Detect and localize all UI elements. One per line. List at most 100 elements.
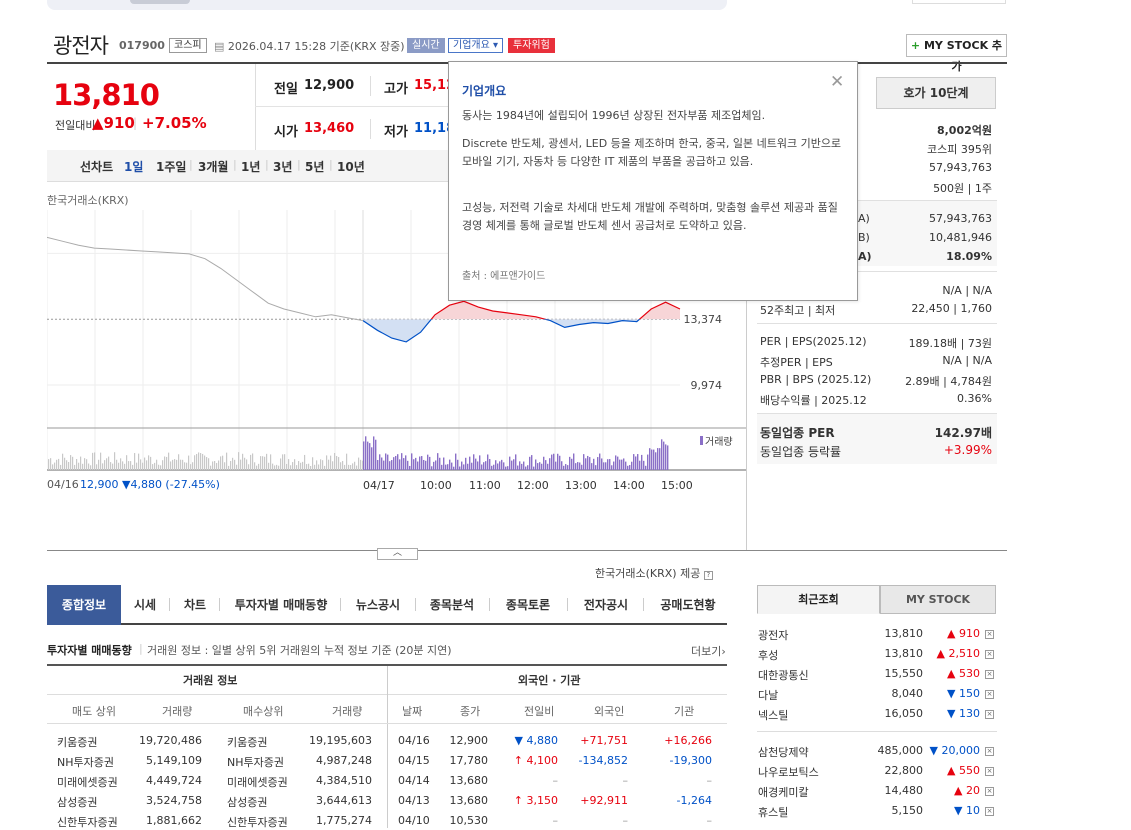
volume-bar (533, 466, 535, 470)
volume-bar (387, 454, 389, 470)
volume-bar (264, 456, 266, 470)
volume-bar (294, 459, 296, 470)
volume-bar (551, 454, 553, 470)
remove-icon[interactable]: × (985, 807, 994, 816)
volume-bar (82, 463, 84, 470)
col-close: 종가 (460, 705, 481, 718)
volume-bar (234, 459, 236, 470)
volume-bar (503, 462, 505, 470)
remove-icon[interactable]: × (985, 710, 994, 719)
recent-stock-name[interactable]: 휴스틸 (758, 804, 788, 820)
remove-icon[interactable]: × (985, 767, 994, 776)
row-change: – (552, 814, 559, 827)
period-10y[interactable]: 10년 (337, 158, 365, 175)
volume-bar (246, 459, 248, 470)
close-icon[interactable]: ✕ (830, 72, 844, 92)
volume-bar (260, 456, 262, 470)
hoga-10-button[interactable]: 호가 10단계 (876, 77, 996, 109)
recent-stock-name[interactable]: 넥스틸 (758, 707, 788, 723)
remove-icon[interactable]: × (985, 650, 994, 659)
row-date: 04/16 (398, 734, 430, 747)
volume-bar (280, 458, 282, 470)
volume-bar (489, 459, 491, 470)
sell-volume: 3,524,758 (146, 794, 202, 807)
search-button-fragment[interactable] (130, 0, 190, 4)
krx-provide-text: 한국거래소(KRX) 제공 (595, 567, 701, 580)
buy-volume: 4,384,510 (316, 774, 372, 787)
remove-icon[interactable]: × (985, 630, 994, 639)
tab-discussion[interactable]: 종목토론 (497, 585, 559, 625)
popup-paragraph-3: 고성능, 저전력 기술로 차세대 반도체 개발에 주력하며, 맞춤형 솔루션 제… (462, 201, 838, 232)
volume-bar (381, 457, 383, 470)
x-tick-label: 15:00 (661, 479, 693, 492)
volume-bar (441, 464, 443, 470)
tab-analysis[interactable]: 종목분석 (421, 585, 483, 625)
info-icon[interactable]: ? (703, 571, 713, 580)
quote-datetime: ▤ 2026.04.17 15:28 기준(KRX 장중) (214, 38, 405, 54)
recent-tabs: 최근조회 MY STOCK (757, 585, 997, 614)
recent-stock-name[interactable]: 다날 (758, 687, 778, 703)
row-institution: -19,300 (669, 754, 712, 767)
row-change: ↑ 3,150 (513, 794, 558, 807)
volume-bar (567, 465, 569, 470)
remove-icon[interactable]: × (985, 747, 994, 756)
volume-bar (595, 465, 597, 470)
period-1y[interactable]: 1년 (241, 158, 260, 175)
remove-icon[interactable]: × (985, 670, 994, 679)
tab-overview[interactable]: 종합정보 (47, 585, 121, 625)
tab-investor[interactable]: 투자자별 매매동향 (225, 585, 337, 625)
volume-bar (367, 441, 369, 470)
volume-bar (529, 456, 531, 470)
live-tag[interactable]: 실시간 (407, 38, 445, 53)
recent-stock-name[interactable]: 애경케미칼 (758, 784, 809, 800)
volume-bar (184, 462, 186, 470)
popup-paragraph-1: 동사는 1984년에 설립되어 1996년 상장된 전자부품 제조업체임. (462, 109, 766, 122)
recent-stock-name[interactable]: 광전자 (758, 627, 788, 643)
recent-stock-price: 22,800 (884, 764, 924, 777)
row-institution: -1,264 (676, 794, 712, 807)
industry-rate-label[interactable]: 동일업종 등락률 (760, 445, 841, 459)
shares-outstanding: 57,943,763 (929, 161, 992, 174)
tab-short-selling[interactable]: 공매도현황 (651, 585, 725, 625)
collapse-chart-button[interactable]: ︿ (377, 548, 418, 560)
period-1d[interactable]: 1일 (124, 158, 143, 175)
risk-tag[interactable]: 투자위험 (508, 38, 555, 53)
recent-stock-name[interactable]: 대한광통신 (758, 667, 809, 683)
volume-bar (619, 459, 621, 470)
foreign-ratio-value: 18.09% (946, 250, 992, 263)
volume-bar (423, 459, 425, 470)
high-label: 고가 (384, 82, 408, 97)
quote-row-divider (255, 106, 455, 107)
period-3y[interactable]: 3년 (273, 158, 292, 175)
volume-bar (391, 460, 393, 470)
volume-bar (334, 452, 336, 470)
recent-stock-name[interactable]: 후성 (758, 647, 778, 663)
remove-icon[interactable]: × (985, 787, 994, 796)
tab-mystock[interactable]: MY STOCK (880, 585, 996, 614)
more-link[interactable]: 더보기› (691, 643, 726, 659)
industry-per-label[interactable]: 동일업종 PER (760, 426, 835, 440)
volume-bar (56, 459, 58, 470)
corp-overview-tag[interactable]: 기업개요 ▾ (448, 38, 503, 53)
recent-stock-name[interactable]: 삼천당제약 (758, 744, 809, 760)
volume-bar (58, 458, 60, 470)
tab-recent[interactable]: 최근조회 (757, 585, 880, 614)
period-1w[interactable]: 1주일 (156, 158, 186, 175)
recent-stock-name[interactable]: 나우로보틱스 (758, 764, 819, 780)
volume-bar (461, 461, 463, 470)
volume-bar (455, 453, 457, 470)
foreign-hold-value: 10,481,946 (929, 231, 992, 244)
add-mystock-button[interactable]: + MY STOCK 추가 (906, 34, 1007, 73)
period-3m[interactable]: 3개월 (198, 158, 228, 175)
volume-bar (110, 462, 112, 470)
col-foreign: 외국인 (594, 705, 625, 718)
remove-icon[interactable]: × (985, 690, 994, 699)
top-right-button-fragment[interactable] (912, 0, 1006, 4)
volume-bar (565, 464, 567, 470)
tab-disclosure[interactable]: 전자공시 (575, 585, 637, 625)
tab-chart[interactable]: 차트 (175, 585, 215, 625)
volume-bar (427, 454, 429, 470)
tab-price[interactable]: 시세 (125, 585, 165, 625)
period-5y[interactable]: 5년 (305, 158, 324, 175)
tab-news[interactable]: 뉴스공시 (345, 585, 411, 625)
